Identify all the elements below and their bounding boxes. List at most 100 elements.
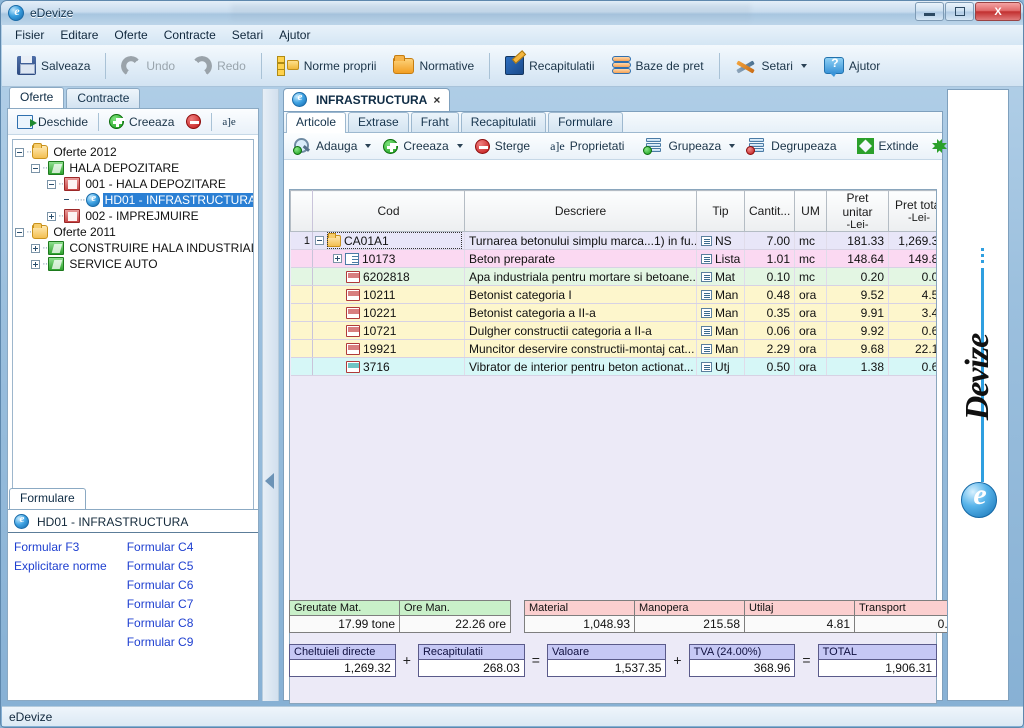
cell-um[interactable]: ora <box>794 285 827 304</box>
degrupeaza-button[interactable]: Degrupeaza <box>741 136 842 156</box>
cell-cod[interactable]: 19921 <box>312 339 465 358</box>
table-row[interactable]: 10221 Betonist categoria a II-a Man 0.35… <box>290 303 936 322</box>
table-row[interactable]: 6202818 Apa industriala pentru mortare s… <box>290 267 936 286</box>
cell-um[interactable]: mc <box>794 249 827 268</box>
cell-tip[interactable]: Man <box>696 339 745 358</box>
cell-descriere[interactable]: Apa industriala pentru mortare si betoan… <box>464 267 697 286</box>
expand-toggle-icon[interactable] <box>31 243 40 253</box>
document-tab-infrastructura[interactable]: INFRASTRUCTURA × <box>283 88 451 111</box>
cell-pret-unitar[interactable]: 148.64 <box>826 249 889 268</box>
link-explicitare-norme[interactable]: Explicitare norme <box>14 559 107 573</box>
column-header-pret-total[interactable]: Pret total -Lei- <box>888 190 936 232</box>
column-header-cod[interactable]: Cod <box>312 190 465 232</box>
cell-pret-total[interactable]: 0.69 <box>888 357 936 376</box>
tab-formulare[interactable]: Formulare <box>548 112 623 132</box>
toolbar-normative-button[interactable]: Normative <box>386 54 481 78</box>
cell-cantitate[interactable]: 2.29 <box>744 339 795 358</box>
tree-node[interactable]: ·· Oferte 2011 <box>15 223 251 240</box>
cell-cod[interactable]: 10721 <box>312 321 465 340</box>
cell-descriere[interactable]: Betonist categoria I <box>464 285 697 304</box>
grupeaza-button[interactable]: Grupeaza <box>638 136 741 156</box>
column-header-descriere[interactable]: Descriere <box>464 190 697 232</box>
cell-descriere[interactable]: Turnarea betonului simplu marca...1) in … <box>464 231 697 250</box>
table-row[interactable]: 19921 Muncitor deservire constructii-mon… <box>290 339 936 358</box>
cell-pret-total[interactable]: 0.02 <box>888 267 936 286</box>
cell-cod[interactable]: 10221 <box>312 303 465 322</box>
menu-fisier[interactable]: Fisier <box>8 26 51 44</box>
cell-tip[interactable]: NS <box>696 231 745 250</box>
table-row[interactable]: 3716 Vibrator de interior pentru beton a… <box>290 357 936 376</box>
link-formular-c6[interactable]: Formular C6 <box>127 578 194 592</box>
cell-cantitate[interactable]: 0.50 <box>744 357 795 376</box>
toolbar-setari-button[interactable]: Setari <box>728 52 814 80</box>
cell-descriere[interactable]: Beton preparate <box>464 249 697 268</box>
toolbar-ajutor-button[interactable]: Ajutor <box>817 53 887 78</box>
cell-cod[interactable]: 3716 <box>312 357 465 376</box>
collapse-toggle-icon[interactable] <box>315 236 324 245</box>
menu-editare[interactable]: Editare <box>53 26 105 44</box>
expand-toggle-icon[interactable] <box>47 211 56 221</box>
creeaza-button[interactable]: Creeaza <box>104 112 179 131</box>
cell-pret-unitar[interactable]: 0.20 <box>826 267 889 286</box>
tree-node[interactable]: ·· CONSTRUIRE HALA INDUSTRIALA <box>15 240 253 256</box>
cell-tip[interactable]: Man <box>696 303 745 322</box>
deschide-button[interactable]: Deschide <box>12 113 93 131</box>
minimize-button[interactable] <box>915 2 944 21</box>
column-header-cantitate[interactable]: Cantit... <box>744 190 795 232</box>
cell-cantitate[interactable]: 0.10 <box>744 267 795 286</box>
extinde-button[interactable]: Extinde <box>851 136 925 156</box>
toolbar-undo-button[interactable]: Undo <box>114 52 182 80</box>
cell-um[interactable]: ora <box>794 321 827 340</box>
cell-cantitate[interactable]: 0.48 <box>744 285 795 304</box>
cell-pret-total[interactable]: 149.83 <box>888 249 936 268</box>
menu-ajutor[interactable]: Ajutor <box>272 26 317 44</box>
table-row[interactable]: 10721 Dulgher constructii categoria a II… <box>290 321 936 340</box>
toolbar-redo-button[interactable]: Redo <box>185 52 253 80</box>
tab-recapitulatii[interactable]: Recapitulatii <box>460 112 547 132</box>
cell-descriere[interactable]: Vibrator de interior pentru beton action… <box>464 357 697 376</box>
cell-pret-unitar[interactable]: 9.68 <box>826 339 889 358</box>
toolbar-baze-de-pret-button[interactable]: Baze de pret <box>605 52 711 79</box>
cell-um[interactable]: ora <box>794 339 827 358</box>
tab-oferte[interactable]: Oferte <box>9 87 65 108</box>
tree-node-hd01-infrastructura[interactable]: ···· HD01 - INFRASTRUCTURA <box>15 192 253 208</box>
link-formular-c4[interactable]: Formular C4 <box>127 540 194 554</box>
maximize-button[interactable] <box>945 2 974 21</box>
table-row[interactable]: 1 CA01A1 Turnarea betonului simplu marca… <box>290 231 936 250</box>
cell-cod[interactable]: 10173 <box>312 249 465 268</box>
sterge-button[interactable]: Sterge <box>469 137 536 156</box>
link-formular-f3[interactable]: Formular F3 <box>14 540 107 554</box>
link-formular-c5[interactable]: Formular C5 <box>127 559 194 573</box>
cell-tip[interactable]: Lista <box>696 249 745 268</box>
tree-node[interactable]: ·· Oferte 2012 <box>15 143 251 160</box>
close-icon[interactable]: × <box>433 93 440 107</box>
cell-pret-unitar[interactable]: 9.92 <box>826 321 889 340</box>
tree-node[interactable]: ·· 001 - HALA DEPOZITARE <box>15 176 251 192</box>
menu-setari[interactable]: Setari <box>225 26 270 44</box>
collapse-toggle-icon[interactable] <box>31 163 40 173</box>
tree-node[interactable]: ·· SERVICE AUTO <box>15 256 251 272</box>
cell-um[interactable]: mc <box>794 267 827 286</box>
cell-descriere[interactable]: Dulgher constructii categoria a II-a <box>464 321 697 340</box>
tab-contracte[interactable]: Contracte <box>66 88 141 108</box>
menu-contracte[interactable]: Contracte <box>157 26 223 44</box>
expand-toggle-icon[interactable] <box>31 259 40 269</box>
cell-descriere[interactable]: Betonist categoria a II-a <box>464 303 697 322</box>
cell-pret-unitar[interactable]: 9.91 <box>826 303 889 322</box>
link-formular-c8[interactable]: Formular C8 <box>127 616 194 630</box>
tab-formulare[interactable]: Formulare <box>9 488 86 509</box>
column-header-pret-unitar[interactable]: Pret unitar -Lei- <box>826 190 889 232</box>
close-button[interactable]: X <box>975 2 1021 21</box>
creeaza-button[interactable]: Creeaza <box>377 137 468 156</box>
cell-tip[interactable]: Utj <box>696 357 745 376</box>
table-row[interactable]: 10173 Beton preparate Lista 1.01 mc 148.… <box>290 249 936 268</box>
collapse-toggle-icon[interactable] <box>15 147 24 157</box>
cell-cod[interactable]: CA01A1 <box>312 231 465 250</box>
collapse-toggle-icon[interactable] <box>15 227 24 237</box>
tab-extrase[interactable]: Extrase <box>348 112 409 132</box>
cell-pret-total[interactable]: 3.47 <box>888 303 936 322</box>
cell-pret-total[interactable]: 4.57 <box>888 285 936 304</box>
cell-um[interactable]: ora <box>794 303 827 322</box>
cell-pret-total[interactable]: 22.16 <box>888 339 936 358</box>
cell-tip[interactable]: Man <box>696 321 745 340</box>
